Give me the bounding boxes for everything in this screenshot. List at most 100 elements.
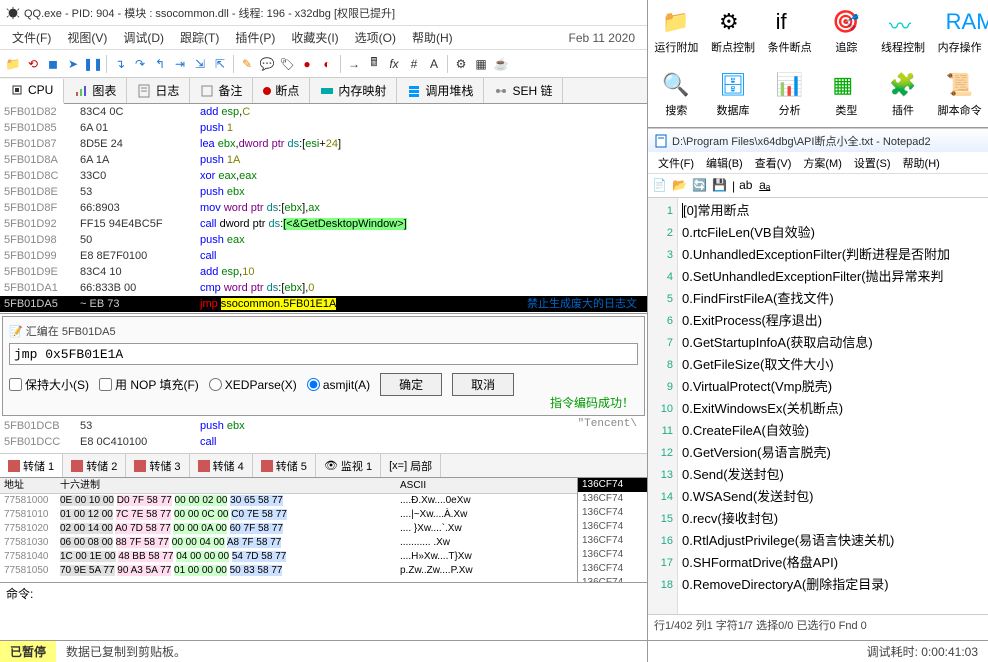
dump-tab-2[interactable]: 转储 2 xyxy=(63,454,126,477)
refresh-icon[interactable]: 🔄 xyxy=(692,178,708,194)
toolbar-搜索[interactable]: 🔍搜索 xyxy=(648,64,705,128)
case-icon[interactable]: aₐ xyxy=(759,178,775,194)
bp-icon[interactable]: ● xyxy=(298,55,316,73)
text-line[interactable]: 0.Send(发送封包) xyxy=(682,464,984,486)
dump-row[interactable]: 7758102002 00 14 00 A0 7D 58 77 00 00 0A… xyxy=(0,522,577,536)
disasm-row[interactable]: 5FB01DCB53push ebx xyxy=(0,418,647,434)
np-menu-edit[interactable]: 编辑(B) xyxy=(700,155,749,171)
dump-row[interactable]: 7758101001 00 12 00 7C 7E 58 77 00 00 0C… xyxy=(0,508,577,522)
menu-options[interactable]: 选项(O) xyxy=(347,29,404,46)
label-icon[interactable]: 🏷 xyxy=(278,55,296,73)
disasm-row[interactable]: 5FB01D9850push eax xyxy=(0,232,647,248)
stack-row[interactable]: 136CF74 xyxy=(578,548,647,562)
text-line[interactable]: 0.SHFormatDrive(格盘API) xyxy=(682,552,984,574)
stack-row[interactable]: 136CF74 xyxy=(578,492,647,506)
menu-trace[interactable]: 跟踪(T) xyxy=(172,29,227,46)
toolbar-脚本命令[interactable]: 📜脚本命令 xyxy=(931,64,988,128)
text-line[interactable]: 0.CreateFileA(自效验) xyxy=(682,420,984,442)
wordwrap-icon[interactable]: ab xyxy=(739,178,755,194)
disasm-row[interactable]: 5FB01D8283C4 0Cadd esp,C xyxy=(0,104,647,120)
dump-row[interactable]: 775810401C 00 1E 00 48 BB 58 77 04 00 00… xyxy=(0,550,577,564)
asm-input[interactable] xyxy=(9,343,638,365)
open-icon[interactable]: 📁 xyxy=(4,55,22,73)
dump-tab-5[interactable]: 转储 5 xyxy=(253,454,316,477)
ok-button[interactable]: 确定 xyxy=(380,373,442,396)
run-icon[interactable]: ➤ xyxy=(64,55,82,73)
notepad-menubar[interactable]: 文件(F) 编辑(B) 查看(V) 方案(M) 设置(S) 帮助(H) xyxy=(648,152,988,174)
toolbar-数据库[interactable]: 🗄数据库 xyxy=(705,64,762,128)
disasm-row[interactable]: 5FB01D9E83C4 10add esp,10 xyxy=(0,264,647,280)
dump-row[interactable]: 7758105070 9E 5A 77 90 A3 5A 77 01 00 00… xyxy=(0,564,577,578)
stack-row[interactable]: 136CF74 xyxy=(578,534,647,548)
tab-bp[interactable]: 断点 xyxy=(253,78,310,103)
traceinto-icon[interactable]: ⇲ xyxy=(191,55,209,73)
tab-seh[interactable]: SEH 链 xyxy=(484,78,563,103)
traceover-icon[interactable]: ⇱ xyxy=(211,55,229,73)
disasm-row[interactable]: 5FB01DCCE8 0C410100call xyxy=(0,434,647,450)
disasm-row[interactable]: 5FB01D878D5E 24lea ebx,dword ptr ds:[esi… xyxy=(0,136,647,152)
script-icon[interactable]: fx xyxy=(385,55,403,73)
text-line[interactable]: 0.GetFileSize(取文件大小) xyxy=(682,354,984,376)
menu-help[interactable]: 帮助(H) xyxy=(404,29,461,46)
menu-file[interactable]: 文件(F) xyxy=(4,29,59,46)
dump-row[interactable]: 775810000E 00 10 00 D0 7F 58 77 00 00 02… xyxy=(0,494,577,508)
tab-notes[interactable]: 备注 xyxy=(190,78,253,103)
toolbar-追踪[interactable]: 🎯追踪 xyxy=(818,0,875,64)
dump-tab-3[interactable]: 转储 3 xyxy=(126,454,189,477)
disasm-row[interactable]: 5FB01DA166:833B 00cmp word ptr ds:[ebx],… xyxy=(0,280,647,296)
nop-fill-checkbox[interactable]: 用 NOP 填充(F) xyxy=(99,376,199,393)
pause-icon[interactable]: ❚❚ xyxy=(84,55,102,73)
patch-icon[interactable]: ✎ xyxy=(238,55,256,73)
stack-row[interactable]: 136CF74 xyxy=(578,576,647,582)
text-line[interactable]: 0.VirtualProtect(Vmp脱壳) xyxy=(682,376,984,398)
dump-tab-4[interactable]: 转储 4 xyxy=(190,454,253,477)
text-line[interactable]: 0.ExitWindowsEx(关机断点) xyxy=(682,398,984,420)
watch-tab[interactable]: 👁 监视 1 xyxy=(316,454,381,477)
locals-tab[interactable]: [x=] 局部 xyxy=(381,454,441,477)
toolbar-内存操作[interactable]: RAM内存操作 xyxy=(931,0,988,64)
text-line[interactable]: 0.recv(接收封包) xyxy=(682,508,984,530)
menu-plugins[interactable]: 插件(P) xyxy=(227,29,283,46)
disasm-row[interactable]: 5FB01D856A 01push 1 xyxy=(0,120,647,136)
disasm-row[interactable]: 5FB01DA5~ EB 73jmp ssocommon.5FB01E1A禁止生… xyxy=(0,296,647,312)
disasm-row[interactable]: 5FB01DA753push ebx xyxy=(0,312,647,314)
text-line[interactable]: 0.RemoveDirectoryA(删除指定目录) xyxy=(682,574,984,596)
toolbar-条件断点[interactable]: if条件断点 xyxy=(761,0,818,64)
disasm-row[interactable]: 5FB01D99E8 8E7F0100call xyxy=(0,248,647,264)
text-line[interactable]: 0.RtlAdjustPrivilege(易语言快速关机) xyxy=(682,530,984,552)
command-input[interactable] xyxy=(39,586,641,601)
goto-icon[interactable]: → xyxy=(345,55,363,73)
text-line[interactable]: 0.WSASend(发送封包) xyxy=(682,486,984,508)
text-line[interactable]: 0.GetStartupInfoA(获取启动信息) xyxy=(682,332,984,354)
stepover-icon[interactable]: ↷ xyxy=(131,55,149,73)
cancel-button[interactable]: 取消 xyxy=(452,373,514,396)
tab-callstack[interactable]: 调用堆栈 xyxy=(397,78,484,103)
text-line[interactable]: 0.UnhandledExceptionFilter(判断进程是否附加 xyxy=(682,244,984,266)
comment-icon[interactable]: 💬 xyxy=(258,55,276,73)
tab-mem[interactable]: 内存映射 xyxy=(310,78,397,103)
stepinto-icon[interactable]: ↴ xyxy=(111,55,129,73)
menu-bar[interactable]: 文件(F) 视图(V) 调试(D) 跟踪(T) 插件(P) 收藏夹(I) 选项(… xyxy=(0,26,647,50)
new-icon[interactable]: 📄 xyxy=(652,178,668,194)
stack-row[interactable]: 136CF74 xyxy=(578,520,647,534)
toolbar-分析[interactable]: 📊分析 xyxy=(761,64,818,128)
np-menu-settings[interactable]: 设置(S) xyxy=(848,155,897,171)
text-line[interactable]: 0.rtcFileLen(VB自效验) xyxy=(682,222,984,244)
about-icon[interactable]: ☕ xyxy=(492,55,510,73)
notepad-editor[interactable]: 123456789101112131415161718 [0]常用断点0.rtc… xyxy=(648,198,988,614)
font-icon[interactable]: A xyxy=(425,55,443,73)
np-menu-view[interactable]: 查看(V) xyxy=(749,155,798,171)
dump-tab-1[interactable]: 转储 1 xyxy=(0,454,63,477)
calc-icon[interactable]: 🖩 xyxy=(365,55,383,73)
hex-dump[interactable]: 地址 十六进制 ASCII 775810000E 00 10 00 D0 7F … xyxy=(0,478,577,582)
menu-view[interactable]: 视图(V) xyxy=(59,29,115,46)
disassembly-view[interactable]: 5FB01D8283C4 0Cadd esp,C5FB01D856A 01pus… xyxy=(0,104,647,314)
stack-row[interactable]: 136CF74 xyxy=(578,478,647,492)
text-line[interactable]: 0.FindFirstFileA(查找文件) xyxy=(682,288,984,310)
restart-icon[interactable]: ⟲ xyxy=(24,55,42,73)
menu-fav[interactable]: 收藏夹(I) xyxy=(283,29,346,46)
disasm-row[interactable]: 5FB01D8F66:8903mov word ptr ds:[ebx],ax xyxy=(0,200,647,216)
disasm-row[interactable]: 5FB01D8C33C0xor eax,eax xyxy=(0,168,647,184)
open-icon[interactable]: 📂 xyxy=(672,178,688,194)
menu-debug[interactable]: 调试(D) xyxy=(115,29,172,46)
